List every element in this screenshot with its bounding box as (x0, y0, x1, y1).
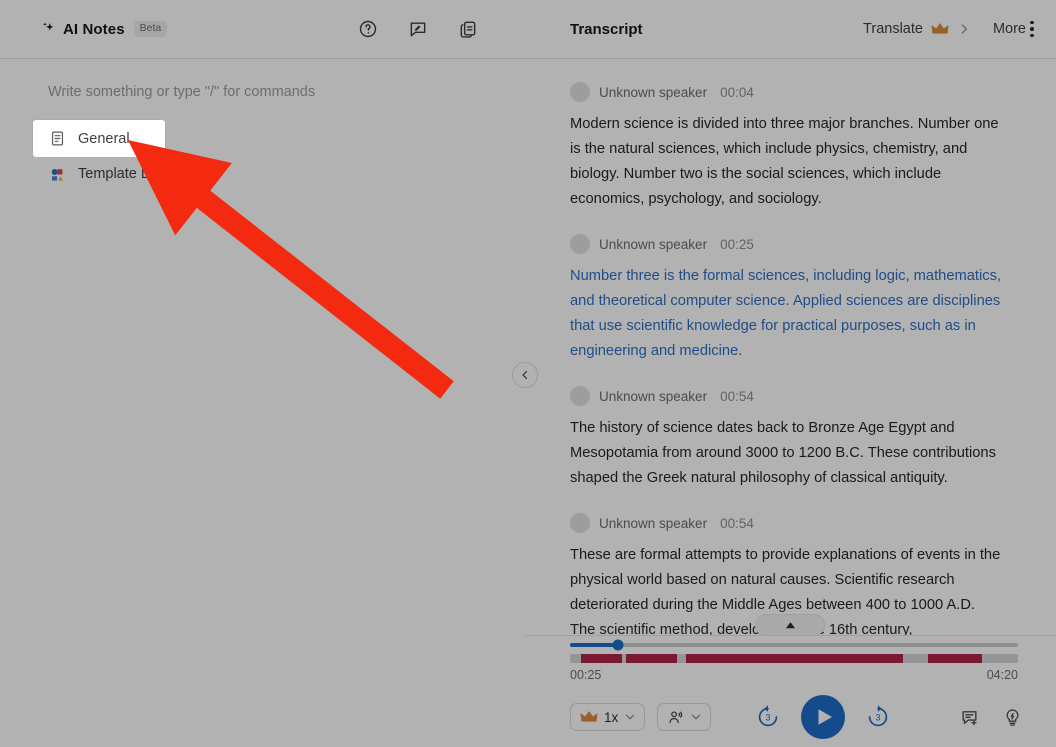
transport-controls: 3 3 (755, 695, 891, 739)
more-label: More (992, 21, 1026, 37)
waveform-segment (686, 654, 904, 663)
transcript-text: The history of science dates back to Bro… (570, 420, 996, 486)
svg-text:3: 3 (766, 713, 771, 723)
chevron-down-icon (624, 711, 636, 723)
current-time: 00:25 (570, 668, 602, 682)
highlight-idea-icon[interactable] (1003, 708, 1022, 727)
more-button[interactable]: More (992, 20, 1034, 38)
highlighted-command-item-general[interactable]: General (33, 120, 165, 157)
copy-document-icon[interactable] (458, 19, 478, 39)
transcript-panel: Transcript Translate More Unknown speake… (524, 0, 1056, 747)
speaker-filter-dropdown[interactable] (657, 703, 712, 731)
timestamp[interactable]: 00:04 (720, 85, 754, 100)
avatar (570, 513, 590, 533)
feedback-icon[interactable] (408, 19, 428, 39)
editor-placeholder[interactable]: Write something or type "/" for commands (48, 84, 315, 100)
seek-handle[interactable] (612, 639, 624, 651)
time-row: 00:25 04:20 (570, 668, 1018, 682)
player-controls: 1x 3 3 (524, 695, 1056, 739)
total-time: 04:20 (986, 668, 1018, 682)
highlighted-command-label: General (78, 130, 130, 147)
seek-bar[interactable] (570, 639, 1018, 651)
caret-up-icon (785, 620, 796, 631)
avatar (570, 82, 590, 102)
transcript-block[interactable]: Unknown speaker 00:04 Modern science is … (570, 82, 1020, 212)
brand: AI Notes Beta (40, 20, 168, 38)
playback-speed-label: 1x (604, 709, 619, 725)
skip-back-button[interactable]: 3 (755, 704, 781, 730)
chevron-left-icon (519, 369, 531, 381)
waveform[interactable] (570, 654, 1018, 663)
transcript-list[interactable]: Unknown speaker 00:04 Modern science is … (524, 60, 1056, 635)
avatar (570, 234, 590, 254)
waveform-segment (928, 654, 983, 663)
play-icon (814, 708, 833, 726)
template-library-icon (49, 166, 66, 183)
scroll-to-top-button[interactable] (755, 614, 825, 636)
ai-notes-panel: AI Notes Beta Write something or type "/… (0, 0, 524, 747)
playback-speed-dropdown[interactable]: 1x (570, 703, 646, 731)
speaker-person-icon (667, 709, 684, 726)
beta-badge: Beta (133, 21, 168, 37)
command-item-label: Template Li (78, 166, 153, 182)
svg-text:3: 3 (876, 713, 881, 723)
transcript-title: Transcript (570, 20, 643, 38)
avatar (570, 386, 590, 406)
collapse-panel-button[interactable] (512, 362, 538, 388)
skip-forward-button[interactable]: 3 (865, 704, 891, 730)
help-icon[interactable] (358, 19, 378, 39)
speaker-name: Unknown speaker (599, 84, 708, 100)
ai-notes-topbar: AI Notes Beta (0, 0, 524, 59)
crown-icon (580, 710, 598, 724)
timestamp[interactable]: 00:25 (720, 237, 754, 252)
seek-progress (570, 643, 618, 647)
kebab-menu-icon (1030, 20, 1034, 38)
seek-area: 00:25 04:20 (570, 639, 1018, 682)
transcript-block[interactable]: Unknown speaker 00:54 The history of sci… (570, 386, 1020, 491)
audio-player: 00:25 04:20 1x 3 3 (524, 635, 1056, 747)
document-outline-icon (49, 130, 66, 147)
waveform-segment (580, 654, 622, 663)
transcript-text: Number three is the formal sciences, inc… (570, 268, 1002, 359)
ai-notes-actions (358, 19, 478, 39)
add-note-icon[interactable] (960, 708, 979, 727)
transcript-block-active[interactable]: Unknown speaker 00:25 Number three is th… (570, 234, 1020, 364)
timestamp[interactable]: 00:54 (720, 516, 754, 531)
timestamp[interactable]: 00:54 (720, 389, 754, 404)
speaker-name: Unknown speaker (599, 388, 708, 404)
transcript-text: Modern science is divided into three maj… (570, 116, 999, 207)
sparkle-icon (40, 21, 56, 38)
play-button[interactable] (801, 695, 846, 739)
crown-icon (931, 22, 949, 36)
app-root: AI Notes Beta Write something or type "/… (0, 0, 1056, 747)
command-item-template-library[interactable]: Template Li (33, 156, 283, 192)
transcript-topbar: Transcript Translate More (524, 0, 1056, 59)
speaker-name: Unknown speaker (599, 515, 708, 531)
player-right-actions (960, 708, 1022, 727)
page-title: AI Notes (63, 20, 125, 38)
translate-button[interactable]: Translate (863, 21, 971, 37)
speaker-name: Unknown speaker (599, 236, 708, 252)
chevron-down-icon (690, 711, 702, 723)
chevron-right-icon (957, 22, 971, 36)
waveform-segment (626, 654, 678, 663)
translate-label: Translate (863, 21, 923, 37)
